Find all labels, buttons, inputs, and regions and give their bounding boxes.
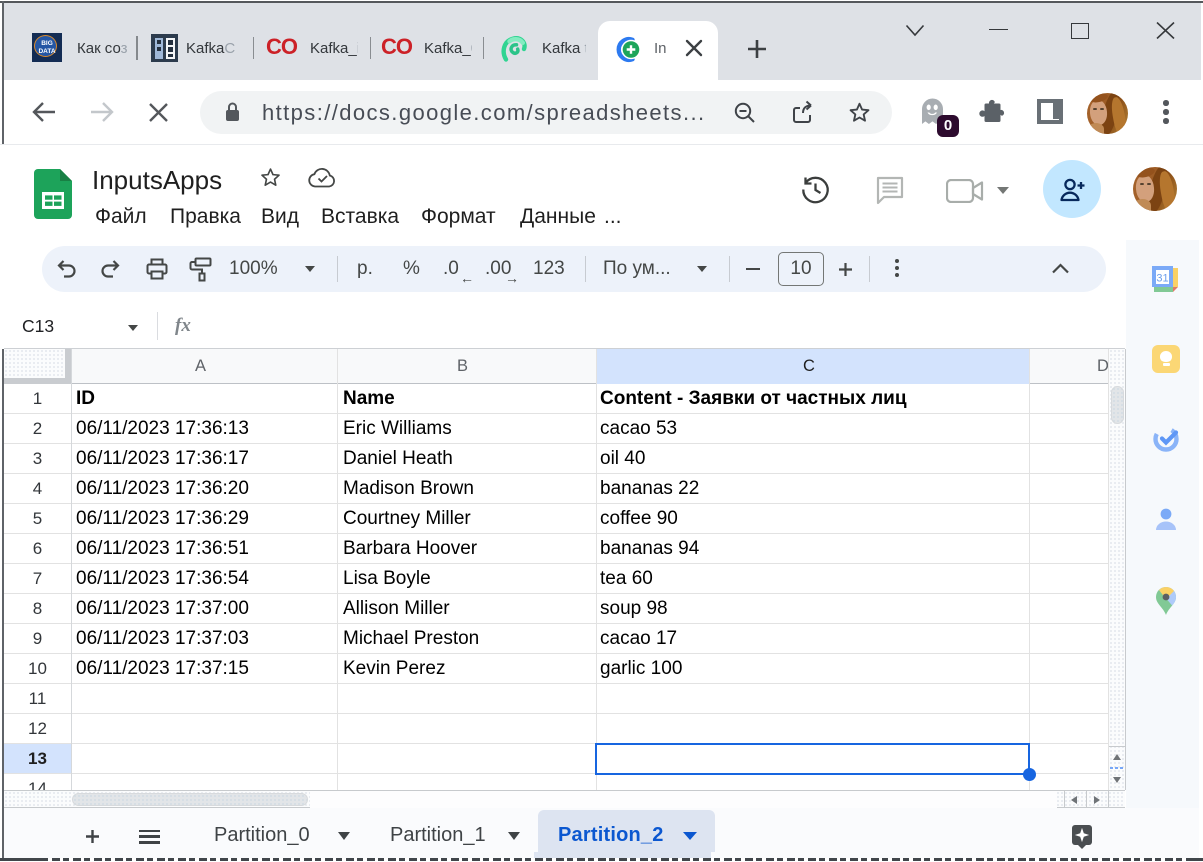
svg-text:31: 31	[1156, 273, 1168, 285]
